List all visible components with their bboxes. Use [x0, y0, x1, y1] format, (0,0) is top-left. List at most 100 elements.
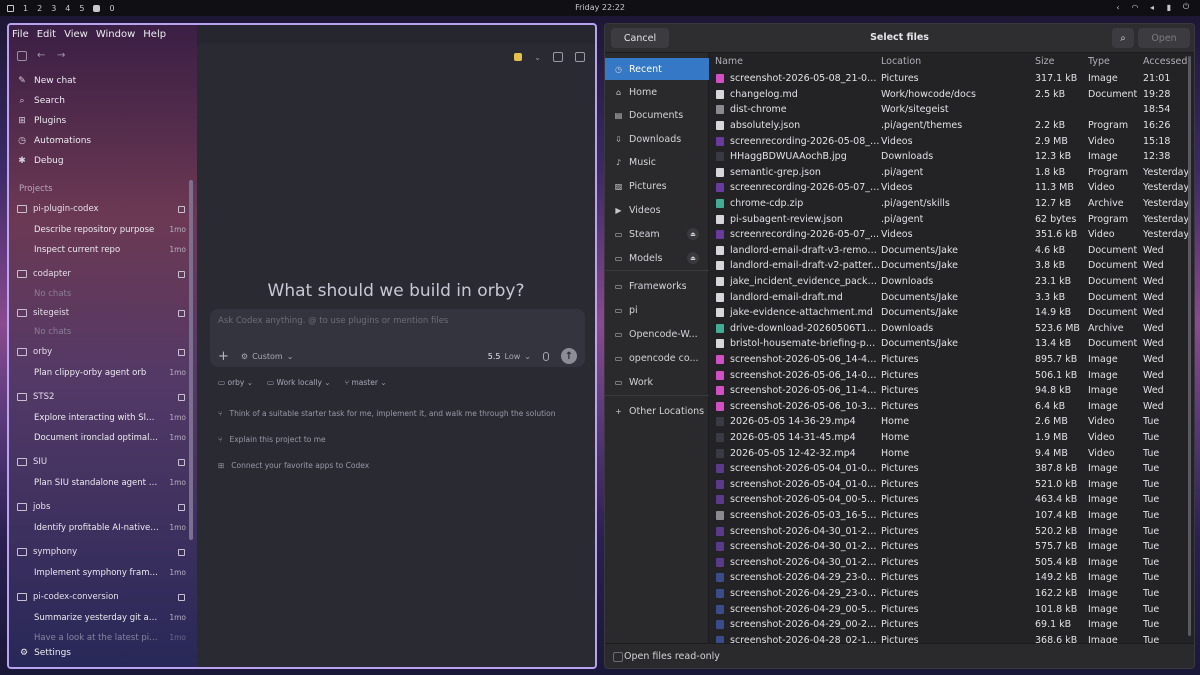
microphone-icon[interactable] [543, 351, 549, 361]
new-chat-icon[interactable] [178, 458, 185, 466]
active-workspace-icon[interactable] [93, 4, 101, 12]
file-row[interactable]: screenrecording-2026-05-08_1... Videos 2.9… [709, 133, 1194, 149]
mode-select[interactable]: ⚙ Custom ⌄ [241, 352, 294, 361]
new-chat-icon[interactable] [178, 548, 185, 556]
model-select[interactable]: 5.5 Low ⌄ [488, 352, 531, 361]
nav-automations[interactable]: ◷ Automations [17, 136, 91, 146]
file-row[interactable]: 2026-05-05 14-36-29.mp4 Home 2.6 MB Video Tu… [709, 414, 1194, 430]
new-chat-icon[interactable] [178, 593, 185, 601]
file-row[interactable]: jake_incident_evidence_pack_v... Download… [709, 274, 1194, 290]
chat-item[interactable]: Identify profitable AI-native jobs 1mo [34, 523, 186, 533]
new-chat-icon[interactable] [178, 309, 185, 317]
suggestion-item[interactable]: ⑂ Think of a suitable starter task for me… [218, 409, 555, 418]
file-row[interactable]: 2026-05-05 14-31-45.mp4 Home 1.9 MB Video Tu… [709, 430, 1194, 446]
chat-item[interactable]: Summarize yesterday git acti... 1mo [34, 613, 186, 623]
suggestion-item[interactable]: ⑂ Explain this project to me [218, 435, 326, 444]
project-pi-plugin-codex[interactable]: pi-plugin-codex [17, 204, 185, 214]
chat-item[interactable]: Have a look at the latest pi ch... 1mo [34, 633, 186, 643]
file-row[interactable]: changelog.md Work/howcode/docs 2.5 kB Docum… [709, 87, 1194, 103]
menu-view[interactable]: View [64, 29, 88, 40]
chat-item[interactable]: Plan clippy-orby agent orb 1mo [34, 368, 186, 378]
chat-item[interactable]: Explore interacting with Slay t... 1mo [34, 413, 186, 423]
file-row[interactable]: semantic-grep.json .pi/agent 1.8 kB Program… [709, 165, 1194, 181]
file-row[interactable]: screenshot-2026-05-08_21-01... Pictures 31… [709, 71, 1194, 87]
prompt-input[interactable]: Ask Codex anything. @ to use plugins or … [218, 316, 448, 326]
file-row[interactable]: absolutely.json .pi/agent/themes 2.2 kB Pro… [709, 118, 1194, 134]
terminal-icon[interactable] [553, 52, 563, 62]
location-select[interactable]: ▭ Work locally ⌄ [267, 378, 331, 387]
file-row[interactable]: screenshot-2026-05-03_16-58... Pictures 10… [709, 508, 1194, 524]
workspace-3[interactable]: 3 [51, 4, 56, 13]
power-icon[interactable]: ⏻ [1182, 2, 1190, 12]
new-chat-icon[interactable] [178, 270, 185, 278]
file-row[interactable]: screenshot-2026-05-06_14-01... Pictures 50… [709, 367, 1194, 383]
project-symphony[interactable]: symphony [17, 547, 185, 557]
file-row[interactable]: screenshot-2026-04-29_00-23... Pictures 69… [709, 617, 1194, 633]
chat-item[interactable]: Document ironclad optimal pl... 1mo [34, 433, 186, 443]
workspace-0[interactable]: 0 [109, 4, 114, 13]
chat-item[interactable]: Implement symphony framew... 1mo [34, 568, 186, 578]
chevron-down-icon[interactable]: ⌄ [534, 53, 541, 62]
place-frameworks[interactable]: ▭ Frameworks [605, 275, 709, 297]
chat-item[interactable]: Inspect current repo 1mo [34, 245, 186, 255]
folder-open-icon[interactable] [514, 53, 523, 61]
menu-file[interactable]: File [12, 29, 29, 40]
file-row[interactable]: screenshot-2026-04-29_23-0... Pictures 149… [709, 570, 1194, 586]
project-pi-codex-conversion[interactable]: pi-codex-conversion [17, 592, 185, 602]
workspace-1[interactable]: 1 [23, 4, 28, 13]
open-button[interactable]: Open [1138, 28, 1190, 48]
project-siu[interactable]: SIU [17, 457, 185, 467]
composer[interactable]: Ask Codex anything. @ to use plugins or … [210, 309, 585, 367]
file-row[interactable]: screenshot-2026-05-04_00-5... Pictures 463… [709, 492, 1194, 508]
workspace-2[interactable]: 2 [37, 4, 42, 13]
project-jobs[interactable]: jobs [17, 502, 185, 512]
place-videos[interactable]: ▶ Videos [605, 199, 709, 221]
file-row[interactable]: chrome-cdp.zip .pi/agent/skills 12.7 kB Arc… [709, 196, 1194, 212]
new-chat-icon[interactable] [178, 348, 185, 356]
file-row[interactable]: landlord-email-draft-v3-remov... Document… [709, 243, 1194, 259]
file-row[interactable]: screenrecording-2026-05-07_1... Videos 11.… [709, 180, 1194, 196]
file-row[interactable]: screenshot-2026-05-06_10-33... Pictures 6.… [709, 399, 1194, 415]
add-icon[interactable]: + [218, 349, 229, 364]
place-other-locations[interactable]: + Other Locations [605, 400, 709, 422]
forward-arrow-icon[interactable]: → [57, 51, 67, 61]
suggestion-item[interactable]: ⊞ Connect your favorite apps to Codex [218, 461, 369, 470]
project-select[interactable]: ▭ orby ⌄ [218, 378, 253, 387]
file-row[interactable]: jake-evidence-attachment.md Documents/Jak… [709, 305, 1194, 321]
column-location[interactable]: Location [881, 56, 921, 67]
file-row[interactable]: screenshot-2026-04-30_01-22... Pictures 52… [709, 523, 1194, 539]
settings-button[interactable]: ⚙ Settings [20, 648, 71, 658]
project-orby[interactable]: orby [17, 347, 185, 357]
nav-new-chat[interactable]: ✎ New chat [17, 76, 76, 86]
back-arrow-icon[interactable]: ← [37, 51, 47, 61]
file-row[interactable]: pi-subagent-review.json .pi/agent 62 bytes… [709, 211, 1194, 227]
place-models[interactable]: ▭ Models ⏏ [605, 247, 709, 269]
file-row[interactable]: screenshot-2026-04-29_00-51... Pictures 10… [709, 601, 1194, 617]
file-row[interactable]: landlord-email-draft-v2-patter... Documen… [709, 258, 1194, 274]
eject-icon[interactable]: ⏏ [687, 252, 699, 264]
place-recent[interactable]: ◷ Recent [605, 58, 709, 80]
column-size[interactable]: Size [1035, 56, 1055, 67]
file-row[interactable]: screenshot-2026-04-29_23-0... Pictures 162… [709, 586, 1194, 602]
sidebar-toggle-icon[interactable] [17, 51, 27, 61]
chat-item[interactable]: Plan SIU standalone agent loop 1mo [34, 478, 186, 488]
place-pictures[interactable]: ▨ Pictures [605, 175, 709, 197]
cancel-button[interactable]: Cancel [611, 28, 669, 48]
workspace-5[interactable]: 5 [79, 4, 84, 13]
file-row[interactable]: screenrecording-2026-05-07_... Videos 351.… [709, 227, 1194, 243]
place-music[interactable]: ♪ Music [605, 151, 709, 173]
project-sitegeist[interactable]: sitegeist [17, 308, 185, 318]
volume-icon[interactable]: ◂ [1148, 2, 1156, 12]
overview-icon[interactable] [7, 4, 14, 12]
file-row[interactable]: dist-chrome Work/sitegeist 18:54 [709, 102, 1194, 118]
new-chat-icon[interactable] [178, 503, 185, 511]
wifi-icon[interactable]: ◠ [1131, 2, 1139, 12]
file-row[interactable]: screenshot-2026-05-04_01-02... Pictures 38… [709, 461, 1194, 477]
column-name[interactable]: Name [715, 56, 743, 67]
readonly-checkbox[interactable] [613, 652, 623, 662]
place-pi[interactable]: ▭ pi [605, 299, 709, 321]
project-codapter[interactable]: codapter [17, 269, 185, 279]
nav-debug[interactable]: ✱ Debug [17, 156, 63, 166]
place-downloads[interactable]: ⇩ Downloads [605, 128, 709, 150]
file-row[interactable]: screenshot-2026-05-04_01-00... Pictures 52… [709, 477, 1194, 493]
